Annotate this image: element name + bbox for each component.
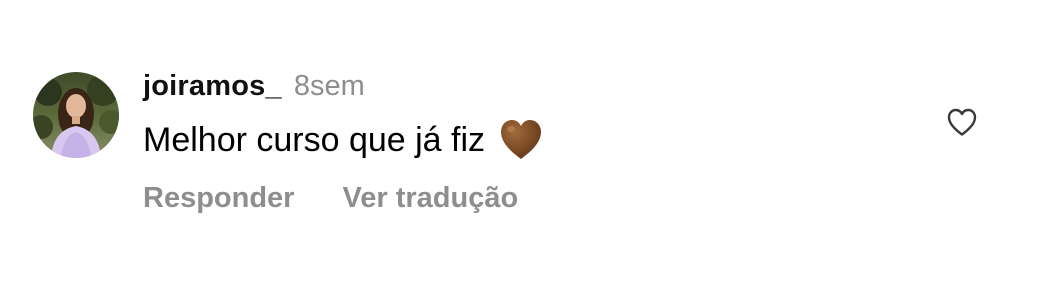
reply-button[interactable]: Responder: [143, 182, 294, 215]
heart-outline-icon: [947, 108, 977, 136]
brown-heart-icon: [497, 116, 545, 164]
comment-text: Melhor curso que já fiz: [143, 120, 486, 159]
username[interactable]: joiramos_: [143, 70, 282, 103]
comment-body: Melhor curso que já fiz: [143, 116, 545, 164]
like-button[interactable]: [944, 104, 980, 140]
timestamp: 8sem: [293, 70, 365, 102]
translate-button[interactable]: Ver tradução: [342, 182, 518, 215]
avatar-image: [33, 72, 119, 158]
comment-header: joiramos_ 8sem: [143, 70, 365, 108]
comment-item: joiramos_ 8sem Melhor curso que já fiz R…: [0, 0, 1043, 284]
avatar[interactable]: [33, 72, 119, 158]
comment-actions: Responder Ver tradução: [143, 182, 566, 215]
